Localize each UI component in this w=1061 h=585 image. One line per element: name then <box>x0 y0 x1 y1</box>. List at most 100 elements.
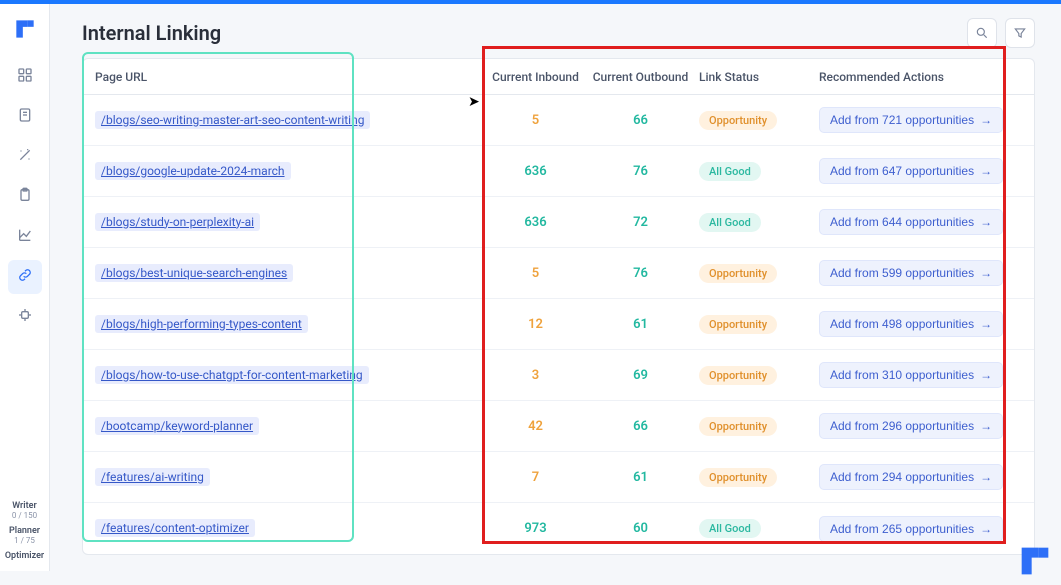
table-row: /blogs/best-unique-search-engines576Oppo… <box>83 248 1034 299</box>
sidebar-item-document[interactable] <box>8 100 42 134</box>
sidebar-footer-label: Writer <box>12 501 37 511</box>
arrow-right-icon: → <box>980 470 992 484</box>
col-header-inbound[interactable]: Current Inbound <box>483 70 588 84</box>
inbound-count: 5 <box>532 266 539 281</box>
page-url-link[interactable]: /blogs/seo-writing-master-art-seo-conten… <box>95 111 370 129</box>
action-label: Add from 296 opportunities <box>830 419 974 433</box>
page-url-link[interactable]: /bootcamp/keyword-planner <box>95 417 259 435</box>
clipboard-icon <box>17 187 33 207</box>
add-opportunities-button[interactable]: Add from 647 opportunities → <box>819 158 1003 184</box>
links-table: Page URL Current Inbound Current Outboun… <box>82 58 1035 555</box>
add-opportunities-button[interactable]: Add from 310 opportunities→ <box>819 362 1003 388</box>
inbound-count: 636 <box>524 164 546 179</box>
header-actions <box>967 18 1035 48</box>
page-url-link[interactable]: /blogs/google-update-2024-march <box>95 162 291 180</box>
sidebar-footer-label: Planner <box>9 526 40 536</box>
page-url-link[interactable]: /blogs/best-unique-search-engines <box>95 264 293 282</box>
table-row: /bootcamp/keyword-planner4266Opportunity… <box>83 401 1034 452</box>
inbound-count: 636 <box>524 215 546 230</box>
link-status-badge: Opportunity <box>699 468 777 487</box>
arrow-right-icon: → <box>980 164 992 178</box>
page-url-link[interactable]: /blogs/how-to-use-chatgpt-for-content-ma… <box>95 366 369 384</box>
link-status-badge: Opportunity <box>699 111 777 130</box>
add-opportunities-button[interactable]: Add from 294 opportunities → <box>819 464 1003 490</box>
chart-icon <box>17 227 33 247</box>
table-row: /features/ai-writing 7 61 Opportunity Add fr… <box>83 452 1034 503</box>
link-status-badge: All Good <box>699 519 761 538</box>
add-opportunities-button[interactable]: Add from 644 opportunities → <box>819 209 1003 235</box>
add-opportunities-button[interactable]: Add from 498 opportunities → <box>819 311 1003 337</box>
add-opportunities-button[interactable]: Add from 265 opportunities → <box>819 516 1003 542</box>
inbound-count: 42 <box>528 419 543 434</box>
action-label: Add from 647 opportunities <box>830 164 974 178</box>
sidebar-item-chart[interactable] <box>8 220 42 254</box>
outbound-count: 61 <box>633 470 648 485</box>
sidebar-item-dashboard[interactable] <box>8 60 42 94</box>
table-row: /blogs/google-update-2024-march 636 76 All … <box>83 146 1034 197</box>
page-url-link[interactable]: /features/content-optimizer <box>95 519 255 537</box>
arrow-right-icon: → <box>980 522 992 536</box>
sidebar-item-link[interactable] <box>8 260 42 294</box>
table-row: /blogs/high-performing-types-content 12 61… <box>83 299 1034 350</box>
sidebar-footer-label: Optimizer <box>5 551 44 561</box>
filter-button[interactable] <box>1005 18 1035 48</box>
inbound-count: 3 <box>532 368 539 383</box>
page-url-link[interactable]: /features/ai-writing <box>95 468 210 486</box>
dashboard-icon <box>17 67 33 87</box>
table-header: Page URL Current Inbound Current Outboun… <box>83 59 1034 95</box>
col-header-actions[interactable]: Recommended Actions <box>813 70 993 84</box>
chip-icon <box>17 307 33 327</box>
corner-logo <box>1015 541 1055 571</box>
table-row: /blogs/how-to-use-chatgpt-for-content-ma… <box>83 350 1034 401</box>
action-label: Add from 310 opportunities <box>830 368 974 382</box>
col-header-url[interactable]: Page URL <box>83 70 483 84</box>
action-label: Add from 265 opportunities <box>830 522 974 536</box>
table-row: /features/content-optimizer97360All Good… <box>83 503 1034 554</box>
add-opportunities-button[interactable]: Add from 296 opportunities → <box>819 413 1003 439</box>
table-body: /blogs/seo-writing-master-art-seo-conten… <box>83 95 1034 554</box>
col-header-status[interactable]: Link Status <box>693 70 813 84</box>
outbound-count: 69 <box>633 368 648 383</box>
inbound-count: 7 <box>532 470 539 485</box>
magic-wand-icon <box>17 147 33 167</box>
search-button[interactable] <box>967 18 997 48</box>
inbound-count: 12 <box>528 317 543 332</box>
add-opportunities-button[interactable]: Add from 721 opportunities→ <box>819 107 1003 133</box>
col-header-outbound[interactable]: Current Outbound <box>588 70 693 84</box>
link-status-badge: Opportunity <box>699 315 777 334</box>
sidebar: Writer0 / 150 Planner1 / 75 Optimizer <box>0 4 50 571</box>
link-status-badge: All Good <box>699 213 761 232</box>
sidebar-footer-sub: 1 / 75 <box>14 536 35 545</box>
arrow-right-icon: → <box>980 215 992 229</box>
sidebar-item-chip[interactable] <box>8 300 42 334</box>
action-label: Add from 644 opportunities <box>830 215 974 229</box>
link-status-badge: Opportunity <box>699 366 777 385</box>
arrow-right-icon: → <box>980 266 992 280</box>
action-label: Add from 294 opportunities <box>830 470 974 484</box>
action-label: Add from 721 opportunities <box>830 113 974 127</box>
document-icon <box>17 107 33 127</box>
outbound-count: 76 <box>633 266 648 281</box>
page-url-link[interactable]: /blogs/high-performing-types-content <box>95 315 308 333</box>
outbound-count: 61 <box>633 317 648 332</box>
action-label: Add from 599 opportunities <box>830 266 974 280</box>
main-content: Internal Linking Page URL Current Inboun… <box>50 4 1061 571</box>
sidebar-item-magic-wand[interactable] <box>8 140 42 174</box>
link-icon <box>17 267 33 287</box>
sidebar-footer-sub: 0 / 150 <box>12 511 37 520</box>
arrow-right-icon: → <box>980 419 992 433</box>
page-url-link[interactable]: /blogs/study-on-perplexity-ai <box>95 213 260 231</box>
action-label: Add from 498 opportunities <box>830 317 974 331</box>
arrow-right-icon: → <box>980 317 992 331</box>
inbound-count: 5 <box>532 113 539 128</box>
add-opportunities-button[interactable]: Add from 599 opportunities → <box>819 260 1003 286</box>
link-status-badge: All Good <box>699 162 761 181</box>
outbound-count: 72 <box>633 215 648 230</box>
table-row: /blogs/study-on-perplexity-ai 636 72 All Go… <box>83 197 1034 248</box>
table-row: /blogs/seo-writing-master-art-seo-conten… <box>83 95 1034 146</box>
outbound-count: 66 <box>633 113 648 128</box>
outbound-count: 76 <box>633 164 648 179</box>
sidebar-item-clipboard[interactable] <box>8 180 42 214</box>
page-title: Internal Linking <box>82 21 221 45</box>
inbound-count: 973 <box>524 521 546 536</box>
